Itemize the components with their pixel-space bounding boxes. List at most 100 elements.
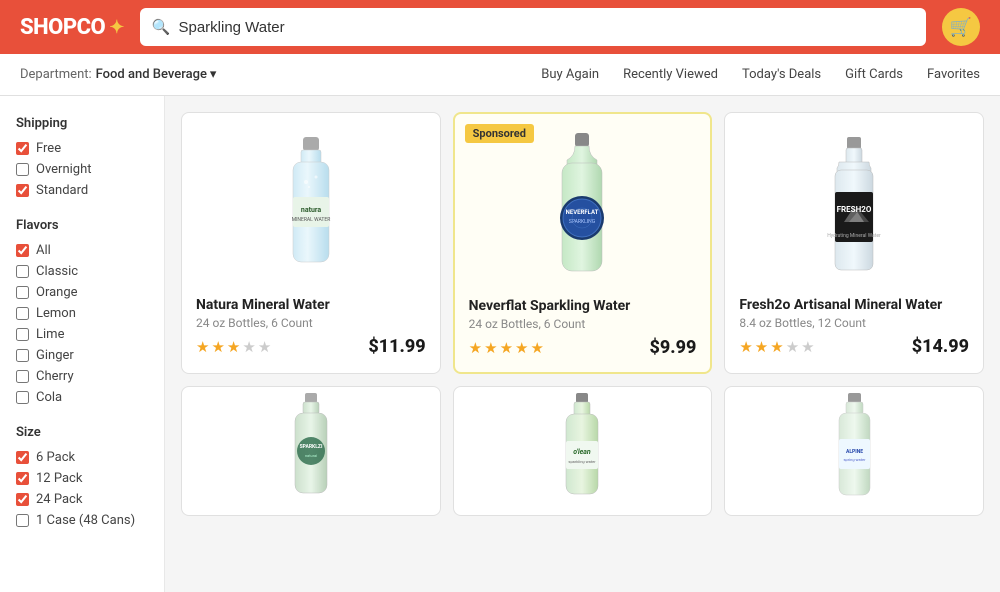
svg-text:ALPINE: ALPINE [846,449,863,455]
filter-48case-checkbox[interactable] [16,514,29,527]
product-sub-natura: 24 oz Bottles, 6 Count [196,316,426,330]
product-card-neverflat[interactable]: Sponsored [453,112,713,374]
nav-recently-viewed[interactable]: Recently Viewed [623,67,718,82]
star-5: ★ [530,339,543,357]
product-image-sparklzi: SPARKLZI natural [196,401,426,491]
filter-free-checkbox[interactable] [16,142,29,155]
filter-24pack-label[interactable]: 24 Pack [36,492,82,507]
product-image-olean: o'lean sparkling water [468,401,698,491]
stars-natura: ★ ★ ★ ★ ★ [196,338,271,356]
filter-standard-checkbox[interactable] [16,184,29,197]
filter-cherry-checkbox[interactable] [16,370,29,383]
sidebar: Shipping Free Overnight Standard Flavors… [0,96,165,592]
filter-classic-label[interactable]: Classic [36,264,78,279]
nav-todays-deals[interactable]: Today's Deals [742,67,821,82]
product-name-natura: Natura Mineral Water [196,297,426,313]
shipping-title: Shipping [16,116,148,131]
product-card-fresh2o[interactable]: FRESH2O Hydrating Mineral Water Fresh2o … [724,112,984,374]
star-3: ★ [227,338,240,356]
filter-cherry-label[interactable]: Cherry [36,369,74,384]
stars-neverflat: ★ ★ ★ ★ ★ [469,339,544,357]
search-bar: 🔍 [140,8,926,46]
svg-text:Hydrating Mineral Water: Hydrating Mineral Water [827,233,881,239]
filter-ginger-checkbox[interactable] [16,349,29,362]
filter-classic-checkbox[interactable] [16,265,29,278]
filter-6pack-checkbox[interactable] [16,451,29,464]
filter-48case-label[interactable]: 1 Case (48 Cans) [36,513,135,528]
star-4: ★ [242,338,255,356]
department-link[interactable]: Food and Beverage ▾ [96,67,217,82]
svg-text:SPARKLZI: SPARKLZI [299,444,322,450]
filter-all-label[interactable]: All [36,243,51,258]
bottle-svg-natura: natura MINERAL WATER [271,132,351,282]
star-4: ★ [786,338,799,356]
star-5: ★ [258,338,271,356]
chevron-down-icon: ▾ [210,67,217,82]
size-title: Size [16,425,148,440]
bottle-svg-alpine: ALPINE spring water [827,391,882,501]
filter-standard: Standard [16,183,148,198]
product-footer-fresh2o: ★ ★ ★ ★ ★ $14.99 [739,336,969,357]
product-name-neverflat: Neverflat Sparkling Water [469,298,697,314]
product-card-natura[interactable]: natura MINERAL WATER Natura Mineral Wate… [181,112,441,374]
filter-free: Free [16,141,148,156]
stars-fresh2o: ★ ★ ★ ★ ★ [739,338,814,356]
star-5: ★ [801,338,814,356]
svg-text:NEVERFLAT: NEVERFLAT [566,209,599,216]
flavors-filter-section: Flavors All Classic Orange Lemon Lime Gi… [16,218,148,405]
filter-overnight-checkbox[interactable] [16,163,29,176]
product-name-fresh2o: Fresh2o Artisanal Mineral Water [739,297,969,313]
filter-overnight-label[interactable]: Overnight [36,162,92,177]
nav-favorites[interactable]: Favorites [927,67,980,82]
product-card-sparklzi[interactable]: SPARKLZI natural [181,386,441,516]
product-image-alpine: ALPINE spring water [739,401,969,491]
filter-12pack-checkbox[interactable] [16,472,29,485]
filter-24pack-checkbox[interactable] [16,493,29,506]
filter-cola-label[interactable]: Cola [36,390,62,405]
filter-orange-checkbox[interactable] [16,286,29,299]
filter-ginger-label[interactable]: Ginger [36,348,74,363]
filter-free-label[interactable]: Free [36,141,61,156]
flavors-title: Flavors [16,218,148,233]
nav-buy-again[interactable]: Buy Again [541,67,599,82]
star-1: ★ [739,338,752,356]
cart-button[interactable]: 🛒 [942,8,980,46]
product-footer-neverflat: ★ ★ ★ ★ ★ $9.99 [469,337,697,358]
filter-lemon-label[interactable]: Lemon [36,306,76,321]
bottle-svg-sparklzi: SPARKLZI natural [281,391,341,501]
star-1: ★ [469,339,482,357]
department-label: Department: [20,67,92,82]
search-input[interactable] [178,19,914,36]
filter-standard-label[interactable]: Standard [36,183,88,198]
filter-12pack-label[interactable]: 12 Pack [36,471,82,486]
filter-all-checkbox[interactable] [16,244,29,257]
filter-lime-checkbox[interactable] [16,328,29,341]
bottle-svg-olean: o'lean sparkling water [552,391,612,501]
svg-text:MINERAL WATER: MINERAL WATER [292,217,331,223]
star-2: ★ [755,338,768,356]
logo[interactable]: SHOPCO ✦ [20,15,124,40]
product-price-natura: $11.99 [368,336,425,357]
search-icon: 🔍 [152,18,171,36]
star-3: ★ [770,338,783,356]
logo-text: SHOPCO [20,15,105,40]
filter-cola-checkbox[interactable] [16,391,29,404]
svg-text:natura: natura [301,206,321,214]
product-sub-neverflat: 24 oz Bottles, 6 Count [469,317,697,331]
product-image-neverflat: NEVERFLAT SPARKLING [469,128,697,288]
logo-star-icon: ✦ [109,17,124,38]
nav-links: Buy Again Recently Viewed Today's Deals … [541,67,980,82]
filter-lemon-checkbox[interactable] [16,307,29,320]
filter-lime-label[interactable]: Lime [36,327,64,342]
product-image-natura: natura MINERAL WATER [196,127,426,287]
product-card-olean[interactable]: o'lean sparkling water [453,386,713,516]
svg-text:o'lean: o'lean [574,448,592,456]
size-filter-section: Size 6 Pack 12 Pack 24 Pack 1 Case (48 C… [16,425,148,528]
nav-gift-cards[interactable]: Gift Cards [845,67,903,82]
filter-6pack-label[interactable]: 6 Pack [36,450,75,465]
main-layout: Shipping Free Overnight Standard Flavors… [0,96,1000,592]
product-card-alpine[interactable]: ALPINE spring water [724,386,984,516]
products-area: natura MINERAL WATER Natura Mineral Wate… [165,96,1000,592]
header: SHOPCO ✦ 🔍 🛒 [0,0,1000,54]
filter-orange-label[interactable]: Orange [36,285,78,300]
